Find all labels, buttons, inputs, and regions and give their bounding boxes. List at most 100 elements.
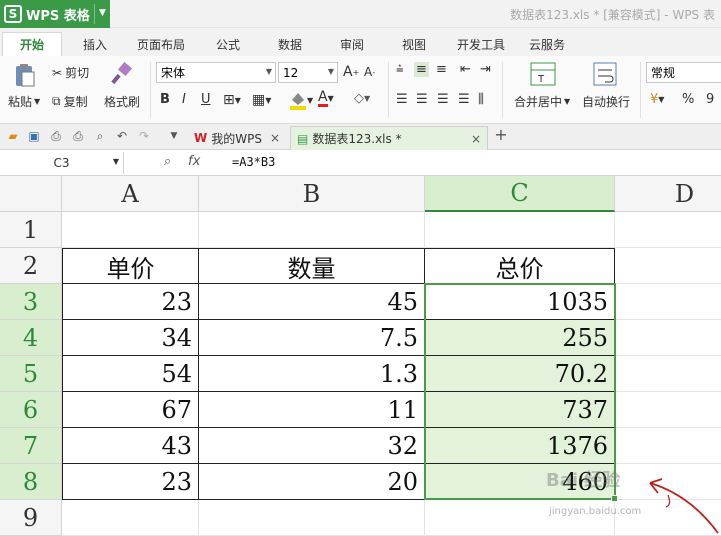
print-icon[interactable]: ⎙ — [71, 129, 85, 143]
cell-d4[interactable] — [615, 320, 721, 356]
currency-icon[interactable]: ¥ ▼ — [650, 92, 664, 107]
align-top-icon[interactable]: ⩮ — [396, 62, 404, 77]
align-right-icon[interactable]: ☰ — [437, 92, 449, 107]
tab-view[interactable]: 视图 — [394, 32, 434, 56]
cell-d6[interactable] — [615, 392, 721, 428]
cell-b8[interactable]: 20 — [199, 464, 425, 500]
select-all-corner[interactable] — [0, 176, 62, 212]
cell-d2[interactable] — [615, 248, 721, 284]
cell-c4[interactable]: 255 — [425, 320, 615, 356]
cell-c2[interactable]: 总价 — [425, 248, 615, 284]
cell-c3[interactable]: 1035 — [425, 284, 615, 320]
row-header[interactable]: 6 — [0, 392, 62, 428]
increase-font-size-icon[interactable]: A + — [343, 64, 359, 80]
formula-input[interactable]: =A3*B3 — [232, 155, 275, 169]
column-header-d[interactable]: D — [615, 176, 721, 212]
insert-function-button[interactable]: fx — [188, 154, 200, 169]
wps-app-menu-button[interactable]: S WPS 表格 ▼ — [0, 0, 110, 28]
export-pdf-icon[interactable]: ⎙ — [49, 129, 63, 143]
row-header[interactable]: 3 — [0, 284, 62, 320]
cell-b7[interactable]: 32 — [199, 428, 425, 464]
wrap-text-icon[interactable] — [593, 62, 617, 86]
align-middle-icon[interactable]: ≡ — [414, 62, 429, 77]
cell-d3[interactable] — [615, 284, 721, 320]
open-folder-icon[interactable]: ▰ — [6, 129, 20, 143]
redo-icon[interactable]: ↷ — [137, 129, 151, 143]
cell-b5[interactable]: 1.3 — [199, 356, 425, 392]
chevron-down-icon[interactable]: ▼ — [99, 8, 106, 18]
fill-color-icon[interactable]: ▼ — [289, 90, 313, 110]
cell-a4[interactable]: 34 — [62, 320, 199, 356]
tab-formulas[interactable]: 公式 — [208, 32, 248, 56]
row-header[interactable]: 5 — [0, 356, 62, 392]
align-center-icon[interactable]: ☰ — [416, 92, 428, 107]
new-tab-icon[interactable]: + — [494, 127, 508, 143]
row-header[interactable]: 8 — [0, 464, 62, 500]
cell-b2[interactable]: 数量 — [199, 248, 425, 284]
cell-c7[interactable]: 1376 — [425, 428, 615, 464]
wrap-text-button[interactable]: 自动换行 — [582, 93, 630, 110]
cell-a3[interactable]: 23 — [62, 284, 199, 320]
cell-b1[interactable] — [199, 212, 425, 248]
cell-b9[interactable] — [199, 500, 425, 536]
row-header[interactable]: 4 — [0, 320, 62, 356]
percent-button[interactable]: % — [682, 92, 694, 107]
undo-icon[interactable]: ↶ — [115, 129, 129, 143]
copy-button[interactable]: ⧉ 复制 — [52, 93, 88, 110]
font-color-icon[interactable]: A ▼ — [318, 90, 334, 107]
align-bottom-icon[interactable]: ≡ — [436, 62, 447, 77]
number-format-select[interactable]: 常规 — [646, 62, 721, 83]
column-header-b[interactable]: B — [199, 176, 425, 212]
align-left-icon[interactable]: ☰ — [396, 92, 408, 107]
cell-a9[interactable] — [62, 500, 199, 536]
row-header[interactable]: 2 — [0, 248, 62, 284]
merge-center-icon[interactable]: T — [530, 62, 556, 86]
cell-a8[interactable]: 23 — [62, 464, 199, 500]
border-icon[interactable]: ⊞ ▼ — [223, 92, 241, 108]
merge-center-button[interactable]: 合并居中 ▼ — [514, 93, 570, 110]
cell-a7[interactable]: 43 — [62, 428, 199, 464]
close-icon[interactable]: × — [471, 132, 481, 146]
column-header-a[interactable]: A — [62, 176, 199, 212]
cell-b6[interactable]: 11 — [199, 392, 425, 428]
cell-a6[interactable]: 67 — [62, 392, 199, 428]
cell-c1[interactable] — [425, 212, 615, 248]
row-header[interactable]: 9 — [0, 500, 62, 536]
zoom-icon[interactable]: ⌕ — [164, 154, 171, 169]
tab-insert[interactable]: 插入 — [74, 32, 116, 56]
paste-button[interactable]: 粘贴 ▼ — [8, 93, 40, 110]
tab-document[interactable]: ▤ 数据表123.xls * × — [290, 126, 488, 150]
tab-home[interactable]: 开始 — [2, 32, 62, 56]
cell-d1[interactable] — [615, 212, 721, 248]
italic-icon[interactable]: I — [182, 92, 186, 107]
cell-d5[interactable] — [615, 356, 721, 392]
tab-data[interactable]: 数据 — [270, 32, 310, 56]
save-icon[interactable]: ▣ — [27, 129, 41, 143]
font-name-select[interactable]: 宋体 ▼ — [156, 62, 276, 83]
cell-b3[interactable]: 45 — [199, 284, 425, 320]
underline-icon[interactable]: U — [201, 92, 211, 107]
cell-c6[interactable]: 737 — [425, 392, 615, 428]
column-header-c[interactable]: C — [425, 176, 615, 212]
tab-page-layout[interactable]: 页面布局 — [130, 32, 192, 56]
tab-my-wps[interactable]: W 我的WPS × — [190, 126, 286, 150]
tab-cloud-service[interactable]: 云服务 — [522, 32, 572, 56]
cell-style-icon[interactable]: ▦ ▼ — [252, 92, 271, 108]
decrease-indent-icon[interactable]: ⇤ — [460, 62, 471, 77]
close-icon[interactable]: × — [270, 131, 280, 145]
cell-a1[interactable] — [62, 212, 199, 248]
chevron-down-icon[interactable]: ▼ — [167, 129, 181, 143]
cut-button[interactable]: ✂ 剪切 — [52, 64, 89, 81]
print-preview-icon[interactable]: ⌕ — [93, 129, 107, 143]
justify-icon[interactable]: ☰ — [458, 92, 470, 107]
tab-review[interactable]: 审阅 — [332, 32, 372, 56]
row-header[interactable]: 1 — [0, 212, 62, 248]
format-painter-button[interactable]: 格式刷 — [104, 93, 140, 110]
row-header[interactable]: 7 — [0, 428, 62, 464]
fill-handle[interactable] — [611, 495, 618, 502]
comma-style-button[interactable]: 9 — [706, 92, 714, 107]
decrease-font-size-icon[interactable]: A- — [364, 65, 375, 79]
clear-format-icon[interactable]: ◇ ▼ — [354, 91, 370, 106]
format-painter-icon[interactable] — [110, 62, 134, 86]
name-box[interactable]: C3 ▼ — [0, 152, 124, 174]
